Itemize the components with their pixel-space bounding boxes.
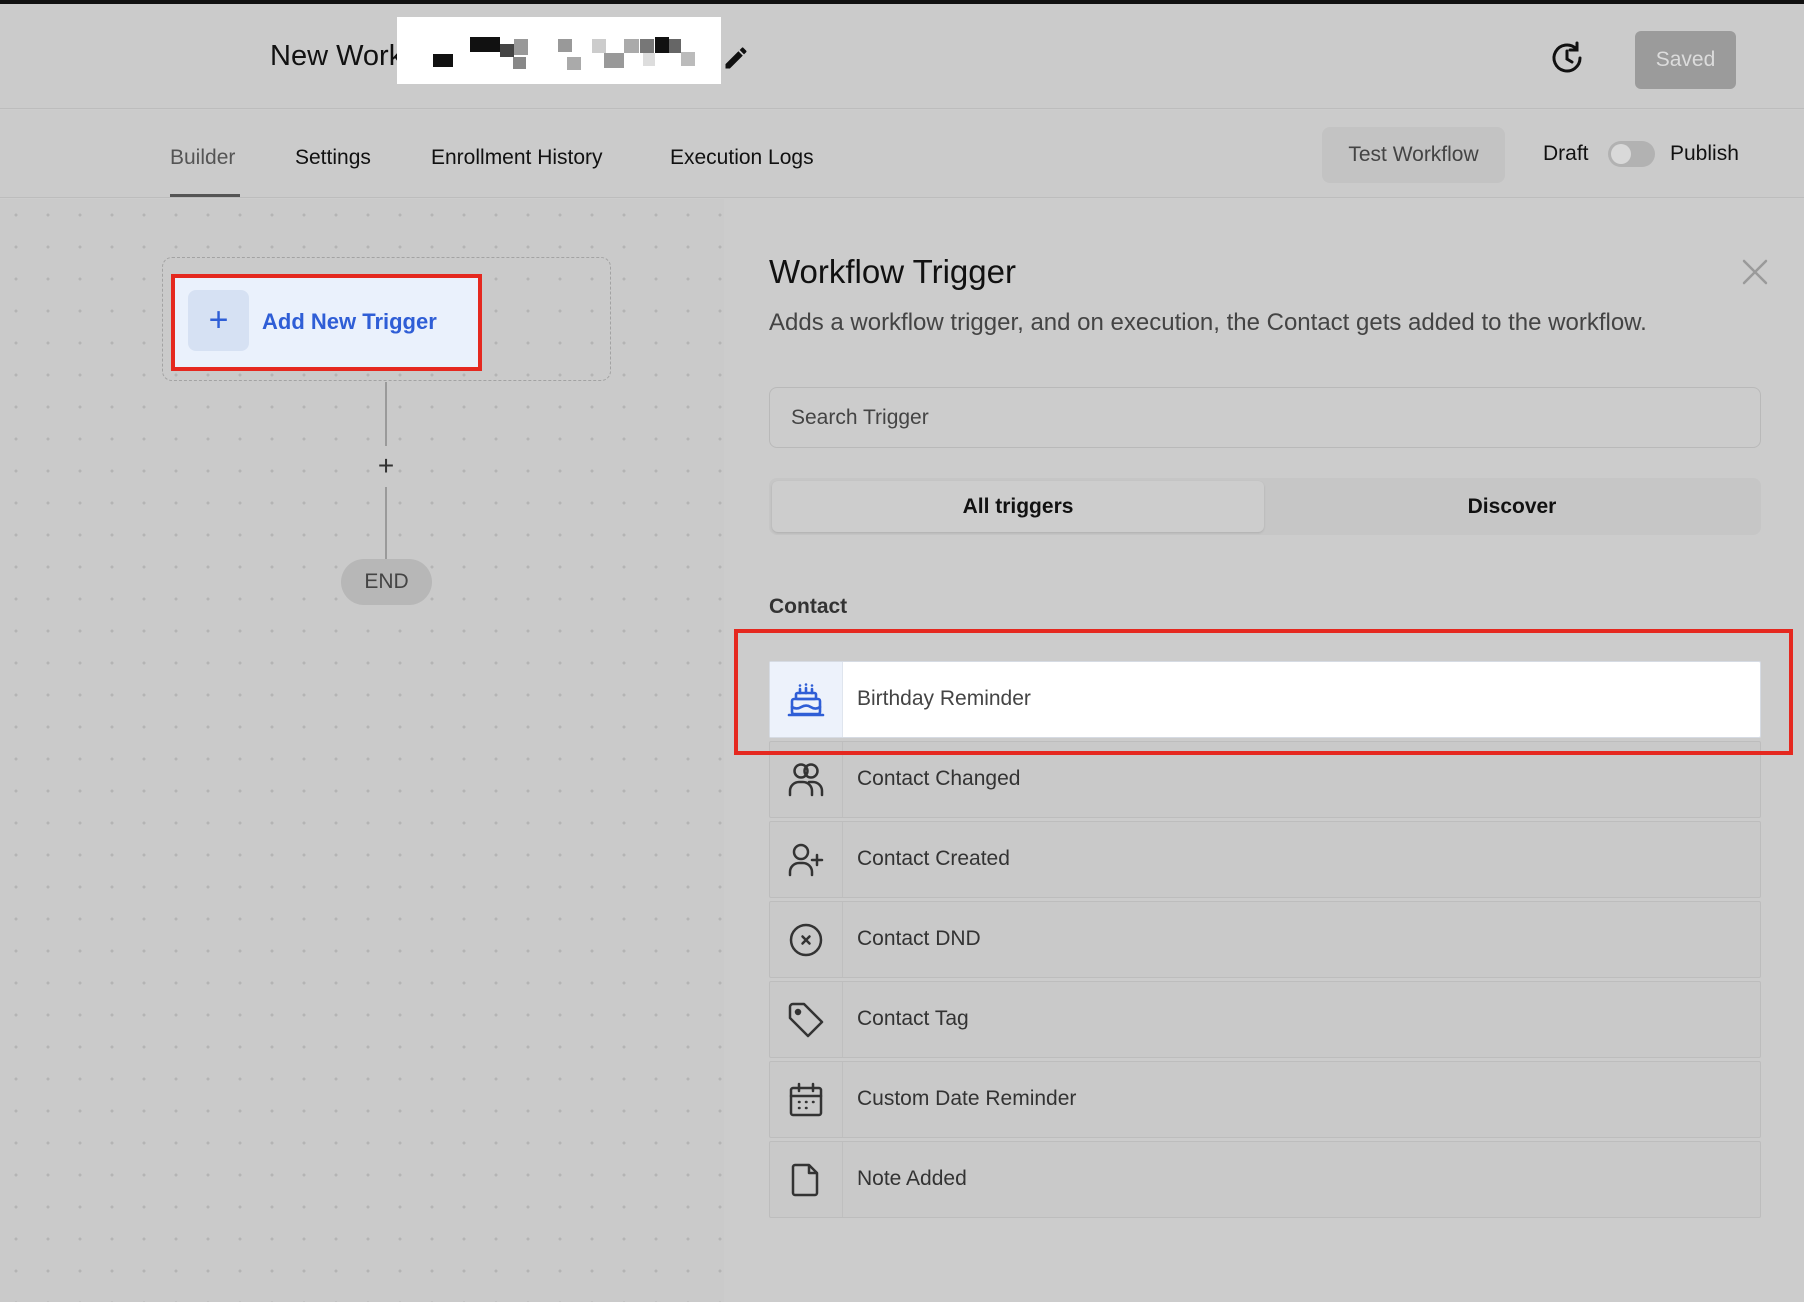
trigger-item-birthday-reminder[interactable]: Birthday Reminder xyxy=(769,661,1761,738)
section-heading: Contact xyxy=(769,595,848,618)
trigger-item-label: Contact DND xyxy=(857,927,981,950)
tab-discover[interactable]: Discover xyxy=(1266,481,1758,532)
tab-settings[interactable]: Settings xyxy=(295,146,371,170)
end-node: END xyxy=(341,559,432,605)
panel-title: Workflow Trigger xyxy=(769,253,1016,290)
trigger-item-label: Contact Created xyxy=(857,847,1010,870)
tab-execution-logs[interactable]: Execution Logs xyxy=(670,146,814,170)
close-icon[interactable] xyxy=(1739,256,1771,288)
trigger-item-label: Contact Changed xyxy=(857,767,1021,790)
trigger-item-custom-date-reminder[interactable]: Custom Date Reminder xyxy=(769,1061,1761,1138)
users-icon xyxy=(770,742,843,817)
publish-toggle[interactable] xyxy=(1608,141,1655,167)
file-icon xyxy=(770,1142,843,1217)
trigger-view-switch: All triggers Discover xyxy=(769,478,1761,535)
birthday-cake-icon xyxy=(770,662,843,737)
workflow-title[interactable]: New Work xyxy=(270,40,403,73)
tab-bar: Builder Settings Enrollment History Exec… xyxy=(0,110,1804,198)
tag-icon xyxy=(770,982,843,1057)
trigger-item-contact-dnd[interactable]: Contact DND xyxy=(769,901,1761,978)
workflow-trigger-panel: Workflow Trigger Adds a workflow trigger… xyxy=(724,199,1804,1302)
test-workflow-button[interactable]: Test Workflow xyxy=(1322,127,1505,183)
trigger-item-label: Note Added xyxy=(857,1167,967,1190)
add-new-trigger-label: Add New Trigger xyxy=(262,309,437,334)
trigger-item-contact-tag[interactable]: Contact Tag xyxy=(769,981,1761,1058)
trigger-item-contact-changed[interactable]: Contact Changed xyxy=(769,741,1761,818)
draft-label: Draft xyxy=(1543,142,1589,165)
workflow-header: New Work Saved xyxy=(0,4,1804,109)
trigger-item-note-added[interactable]: Note Added xyxy=(769,1141,1761,1218)
pencil-icon[interactable] xyxy=(722,44,750,72)
redacted-title-area xyxy=(397,17,721,84)
trigger-item-label: Contact Tag xyxy=(857,1007,969,1030)
search-trigger-input[interactable] xyxy=(769,387,1761,448)
plus-icon: + xyxy=(188,290,249,351)
trigger-item-label: Custom Date Reminder xyxy=(857,1087,1077,1110)
builder-canvas[interactable]: + Add New Trigger + END xyxy=(0,199,724,1302)
clock-history-icon[interactable] xyxy=(1547,38,1587,78)
circle-x-icon xyxy=(770,902,843,977)
toggle-knob xyxy=(1611,144,1631,164)
add-new-trigger-button[interactable]: + Add New Trigger xyxy=(171,274,482,371)
saved-button[interactable]: Saved xyxy=(1635,31,1736,89)
connector-line xyxy=(385,487,387,559)
add-step-button[interactable]: + xyxy=(373,452,399,480)
active-tab-indicator xyxy=(170,194,240,197)
tab-builder[interactable]: Builder xyxy=(170,146,235,170)
tab-enrollment-history[interactable]: Enrollment History xyxy=(431,146,603,170)
user-plus-icon xyxy=(770,822,843,897)
panel-description: Adds a workflow trigger, and on executio… xyxy=(769,309,1647,336)
calendar-icon xyxy=(770,1062,843,1137)
tab-all-triggers[interactable]: All triggers xyxy=(772,481,1264,532)
trigger-item-contact-created[interactable]: Contact Created xyxy=(769,821,1761,898)
connector-line xyxy=(385,382,387,446)
publish-label: Publish xyxy=(1670,142,1739,165)
trigger-item-label: Birthday Reminder xyxy=(857,687,1031,710)
